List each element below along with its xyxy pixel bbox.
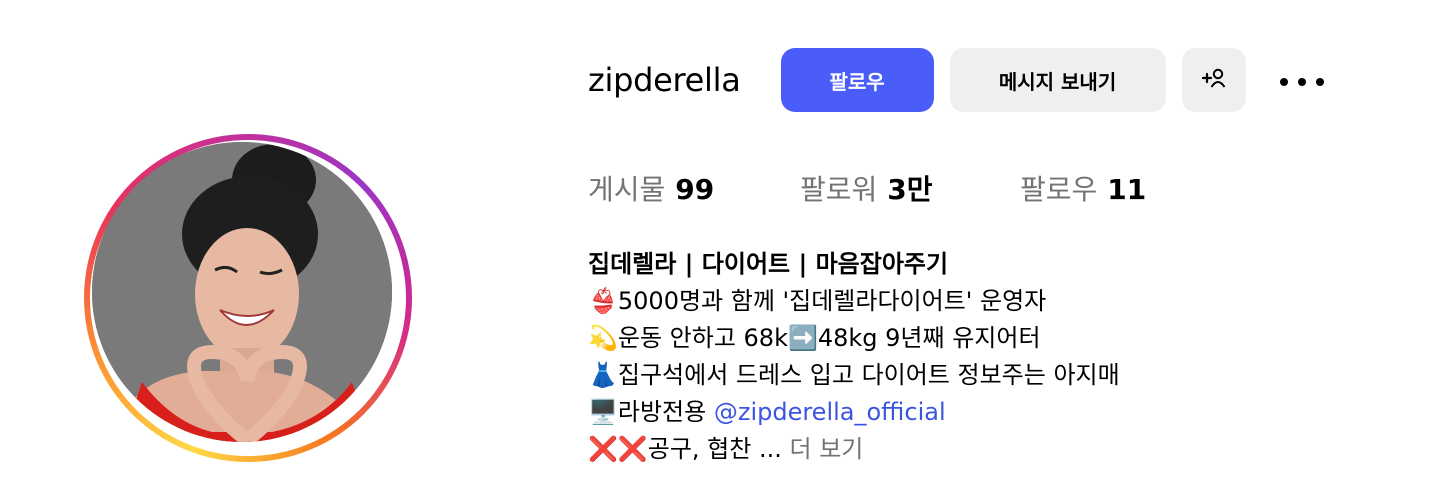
username: zipderella <box>588 61 741 99</box>
more-icon <box>1275 71 1329 90</box>
see-more-link[interactable]: 더 보기 <box>790 435 864 463</box>
bio-line: ❌❌공구, 협찬 ... 더 보기 <box>588 431 1120 468</box>
profile-stats: 게시물 99 팔로워 3만 팔로우 11 <box>588 168 1146 208</box>
more-options-button[interactable] <box>1270 48 1334 112</box>
followers-label: 팔로워 <box>800 173 878 206</box>
bio-line: 👙5000명과 함께 '집데렐라다이어트' 운영자 <box>588 287 1047 315</box>
bio-line-text: ❌❌공구, 협찬 ... <box>588 435 790 463</box>
bio-name: 집데렐라 | 다이어트 | 마음잡아주기 <box>588 250 949 278</box>
bio-line: 🖥️라방전용 @zipderella_official <box>588 394 1120 431</box>
followers-count[interactable]: 팔로워 3만 <box>800 168 1020 208</box>
posts-value: 99 <box>675 173 715 206</box>
posts-label: 게시물 <box>588 173 666 206</box>
avatar[interactable] <box>92 142 392 442</box>
following-count[interactable]: 팔로우 11 <box>1020 168 1146 208</box>
avatar-story-ring[interactable] <box>84 134 412 462</box>
following-value: 11 <box>1107 173 1147 206</box>
bio-line-prefix: 🖥️라방전용 <box>588 398 714 426</box>
add-person-button[interactable] <box>1181 48 1246 112</box>
message-button[interactable]: 메시지 보내기 <box>949 48 1166 112</box>
followers-value: 3만 <box>887 173 933 206</box>
profile-header: zipderella 팔로우 메시지 보내기 <box>588 48 1334 112</box>
avatar-image <box>92 142 392 442</box>
following-label: 팔로우 <box>1020 173 1098 206</box>
bio-line: 👗집구석에서 드레스 입고 다이어트 정보주는 아지매 <box>588 361 1120 389</box>
add-person-icon <box>1201 67 1227 94</box>
bio-line: 💫운동 안하고 68k➡️48kg 9년째 유지어터 <box>588 324 1041 352</box>
follow-button[interactable]: 팔로우 <box>780 48 934 112</box>
posts-count: 게시물 99 <box>588 168 800 208</box>
profile-bio: 집데렐라 | 다이어트 | 마음잡아주기 👙5000명과 함께 '집데렐라다이어… <box>588 246 1120 468</box>
bio-mention-link[interactable]: @zipderella_official <box>714 398 946 426</box>
